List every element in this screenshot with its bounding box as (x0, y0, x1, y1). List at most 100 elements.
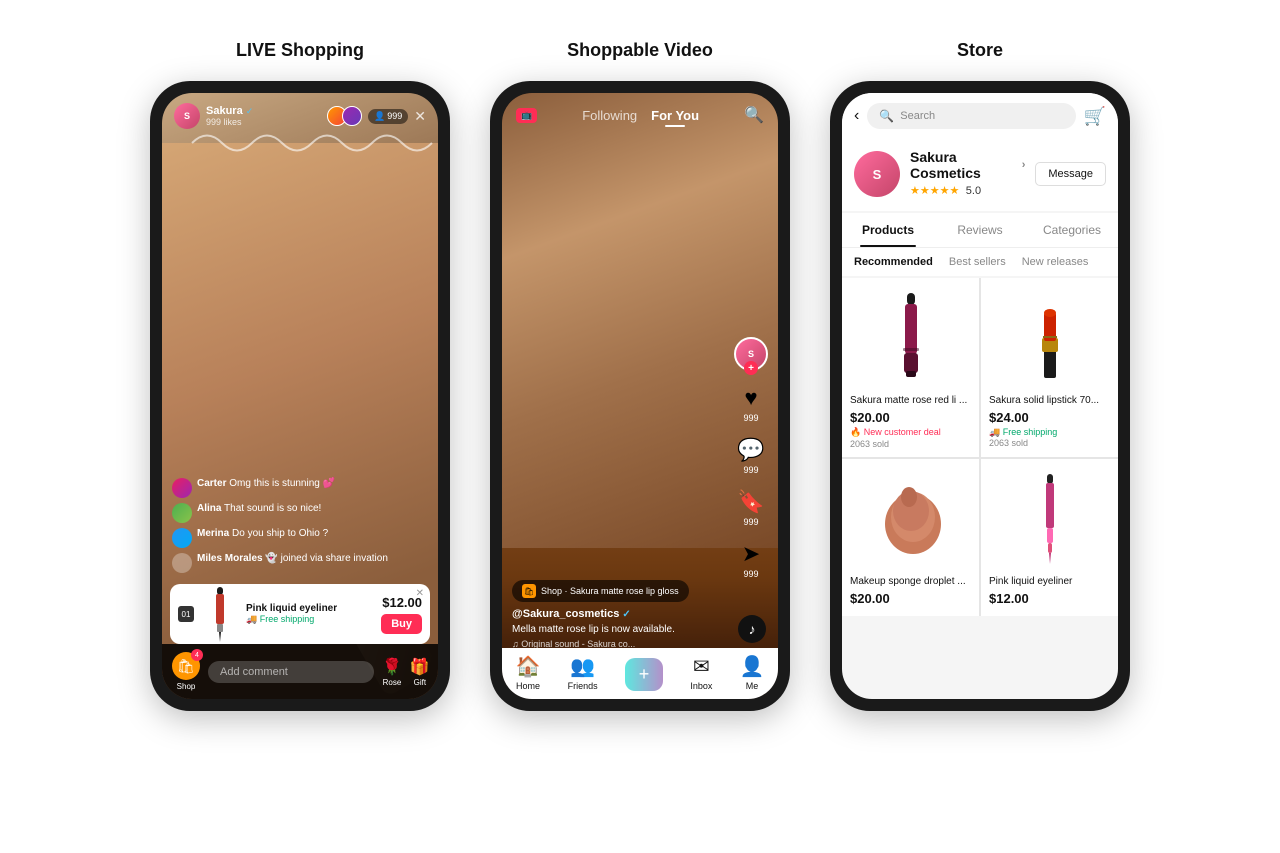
filter-bar: Recommended Best sellers New releases (842, 248, 1118, 276)
create-nav-item[interactable]: + (625, 658, 664, 691)
shop-label: Shop (177, 682, 196, 691)
product-close-button[interactable]: ✕ (416, 588, 424, 599)
viewer-avatar-2 (342, 106, 362, 126)
live-background: S Sakura ✓ 999 likes (162, 93, 438, 699)
shop-button[interactable]: 🛍 4 Shop (172, 652, 200, 691)
live-host-details: Sakura ✓ 999 likes (206, 105, 253, 127)
video-bottom-info: 🛍 Shop · Sakura matte rose lip gloss @Sa… (512, 580, 723, 649)
verified-check-icon: ✓ (622, 609, 630, 620)
store-search-bar[interactable]: 🔍 Search (867, 103, 1075, 129)
inbox-icon: ✉ (693, 654, 710, 679)
message-button[interactable]: Message (1035, 162, 1106, 186)
main-container: LIVE Shopping S (20, 40, 1260, 711)
brand-chevron-icon: › (1022, 159, 1026, 171)
gift-icon: 🎁 (410, 657, 430, 677)
shoppable-video-title: Shoppable Video (567, 40, 713, 61)
home-icon: 🏠 (516, 654, 541, 679)
sponge-svg (871, 479, 951, 559)
video-description: Mella matte rose lip is now available. (512, 623, 723, 637)
bestsellers-filter[interactable]: Best sellers (949, 256, 1006, 268)
product-image-eyeliner (202, 592, 238, 636)
search-icon[interactable]: 🔍 (744, 105, 764, 125)
live-close-button[interactable]: ✕ (414, 108, 426, 125)
products-tab[interactable]: Products (842, 213, 934, 247)
comment-text-2: Alina That sound is so nice! (197, 503, 321, 514)
cart-icon[interactable]: 🛒 (1084, 106, 1106, 127)
product-shipping-2: Free shipping (989, 427, 1110, 438)
comment-1: Carter Omg this is stunning 💕 (172, 478, 428, 498)
product-cell-1: Sakura matte rose red li ... $20.00 New … (842, 278, 979, 457)
comment-action[interactable]: 💬 999 (737, 437, 764, 475)
back-button[interactable]: ‹ (854, 107, 859, 125)
product-price-3: $20.00 (850, 591, 971, 606)
comment-icon: 💬 (737, 437, 764, 463)
reviews-tab[interactable]: Reviews (934, 213, 1026, 247)
product-info: Pink liquid eyeliner Free shipping (246, 603, 373, 625)
product-sold-1: 2063 sold (850, 439, 971, 449)
brand-stars: ★★★★★ (910, 185, 959, 197)
product-name-4: Pink liquid eyeliner (989, 575, 1110, 588)
brand-rating-value: 5.0 (966, 185, 981, 197)
phone-live-screen: S Sakura ✓ 999 likes (162, 93, 438, 699)
product-img-2 (989, 288, 1110, 388)
comment-avatar-2 (172, 503, 192, 523)
comment-text-1: Carter Omg this is stunning 💕 (197, 478, 335, 489)
shop-product-tag[interactable]: 🛍 Shop · Sakura matte rose lip gloss (512, 580, 689, 602)
buy-button[interactable]: Buy (381, 614, 422, 634)
product-name: Pink liquid eyeliner (246, 603, 373, 614)
recommended-filter[interactable]: Recommended (854, 256, 933, 268)
comment-4: Miles Morales 👻 joined via share invatio… (172, 553, 428, 573)
product-name-3: Makeup sponge droplet ... (850, 575, 971, 588)
me-nav-item[interactable]: 👤 Me (740, 654, 765, 691)
pink-eyeliner-svg (1040, 474, 1060, 564)
product-cell-2: Sakura solid lipstick 70... $24.00 Free … (981, 278, 1118, 457)
search-placeholder: Search (900, 110, 935, 122)
comment-avatar-4 (172, 553, 192, 573)
phone-live: S Sakura ✓ 999 likes (150, 81, 450, 711)
rose-icon: 🌹 (382, 657, 402, 677)
shop-badge: 4 (191, 649, 203, 661)
following-tab[interactable]: Following (582, 108, 637, 123)
share-video-action[interactable]: ➤ 999 (742, 541, 760, 579)
video-creator-name[interactable]: @Sakura_cosmetics ✓ (512, 608, 723, 620)
live-host-avatar[interactable]: S (174, 103, 200, 129)
video-navbar: 🏠 Home 👥 Friends + ✉ Inbox (502, 648, 778, 699)
brand-logo: S (854, 151, 900, 197)
store-tabs: Products Reviews Categories (842, 213, 1118, 248)
product-img-4 (989, 469, 1110, 569)
live-likes: 999 likes (206, 117, 253, 127)
phone-video: 📺 Following For You 🔍 S + (490, 81, 790, 711)
newreleases-filter[interactable]: New releases (1022, 256, 1089, 268)
bookmark-icon: 🔖 (737, 489, 764, 515)
rose-action[interactable]: 🌹 Rose (382, 657, 402, 687)
comment-input[interactable] (208, 661, 374, 683)
categories-tab[interactable]: Categories (1026, 213, 1118, 247)
live-verify-icon: ✓ (246, 106, 254, 117)
live-follower-count: 👤 999 (368, 109, 408, 124)
store-brand-section: S Sakura Cosmetics › ★★★★★ 5.0 Message (842, 137, 1118, 211)
comment-3: Merina Do you ship to Ohio ? (172, 528, 428, 548)
store-column: Store ‹ 🔍 Search 🛒 S (830, 40, 1130, 711)
live-shopping-title: LIVE Shopping (236, 40, 364, 61)
friends-nav-item[interactable]: 👥 Friends (568, 654, 598, 691)
creator-avatar[interactable]: S + (734, 337, 768, 371)
friends-icon: 👥 (570, 654, 595, 679)
bookmark-action[interactable]: 🔖 999 (737, 489, 764, 527)
comments-area: Carter Omg this is stunning 💕 Alina That… (162, 472, 438, 584)
create-button[interactable]: + (625, 658, 664, 691)
brand-rating-row: ★★★★★ 5.0 (910, 181, 1025, 199)
lipgloss-svg (897, 293, 925, 383)
like-action[interactable]: ♥ 999 (743, 385, 758, 423)
gift-action[interactable]: 🎁 Gift (410, 657, 430, 687)
home-nav-item[interactable]: 🏠 Home (516, 654, 541, 691)
live-product-card: ✕ 01 Pink liquid eyeliner (170, 584, 430, 644)
phone-store-screen: ‹ 🔍 Search 🛒 S Sakura Cosmetics (842, 93, 1118, 699)
live-shopping-column: LIVE Shopping S (150, 40, 450, 711)
brand-info: Sakura Cosmetics › ★★★★★ 5.0 (910, 149, 1025, 199)
product-img-1 (850, 288, 971, 388)
product-number: 01 (178, 606, 194, 622)
live-topbar: S Sakura ✓ 999 likes (162, 93, 438, 135)
for-you-tab[interactable]: For You (651, 108, 699, 123)
inbox-nav-item[interactable]: ✉ Inbox (690, 654, 712, 691)
comment-text-4: Miles Morales 👻 joined via share invatio… (197, 553, 388, 564)
